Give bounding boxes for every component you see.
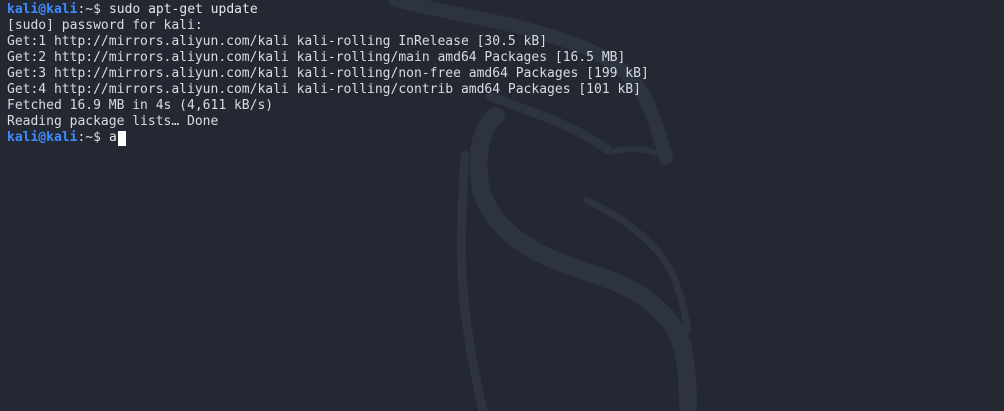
prompt-path: :~ — [77, 130, 94, 145]
output-line-get-4: Get:4 http://mirrors.aliyun.com/kali kal… — [7, 82, 641, 97]
output-line-reading: Reading package lists… Done — [7, 114, 219, 129]
output-line-get-2: Get:2 http://mirrors.aliyun.com/kali kal… — [7, 50, 626, 65]
output-line-get-1: Get:1 http://mirrors.aliyun.com/kali kal… — [7, 34, 548, 49]
terminal-window[interactable]: kali@kali:~ $ sudo apt-get update [sudo] p… — [0, 0, 1004, 411]
prompt-path: :~ — [77, 2, 94, 17]
command-text: sudo apt-get update — [108, 2, 258, 17]
output-line-sudo: [sudo] password for kali: — [7, 18, 203, 33]
prompt-symbol: $ — [93, 130, 101, 145]
prompt-symbol: $ — [93, 2, 101, 17]
prompt-user-host: kali@kali — [7, 130, 78, 145]
prompt-line-1: kali@kali:~ $ sudo apt-get update — [7, 2, 1004, 18]
output-line-fetched: Fetched 16.9 MB in 4s (4,611 kB/s) — [7, 98, 274, 113]
output-line-get-3: Get:3 http://mirrors.aliyun.com/kali kal… — [7, 66, 649, 81]
prompt-line-2[interactable]: kali@kali:~ $ a — [7, 130, 1004, 146]
current-input[interactable]: a — [109, 130, 117, 146]
terminal-output: kali@kali:~ $ sudo apt-get update [sudo] p… — [7, 2, 1004, 146]
prompt-user-host: kali@kali — [7, 2, 78, 17]
text-cursor — [117, 130, 126, 146]
